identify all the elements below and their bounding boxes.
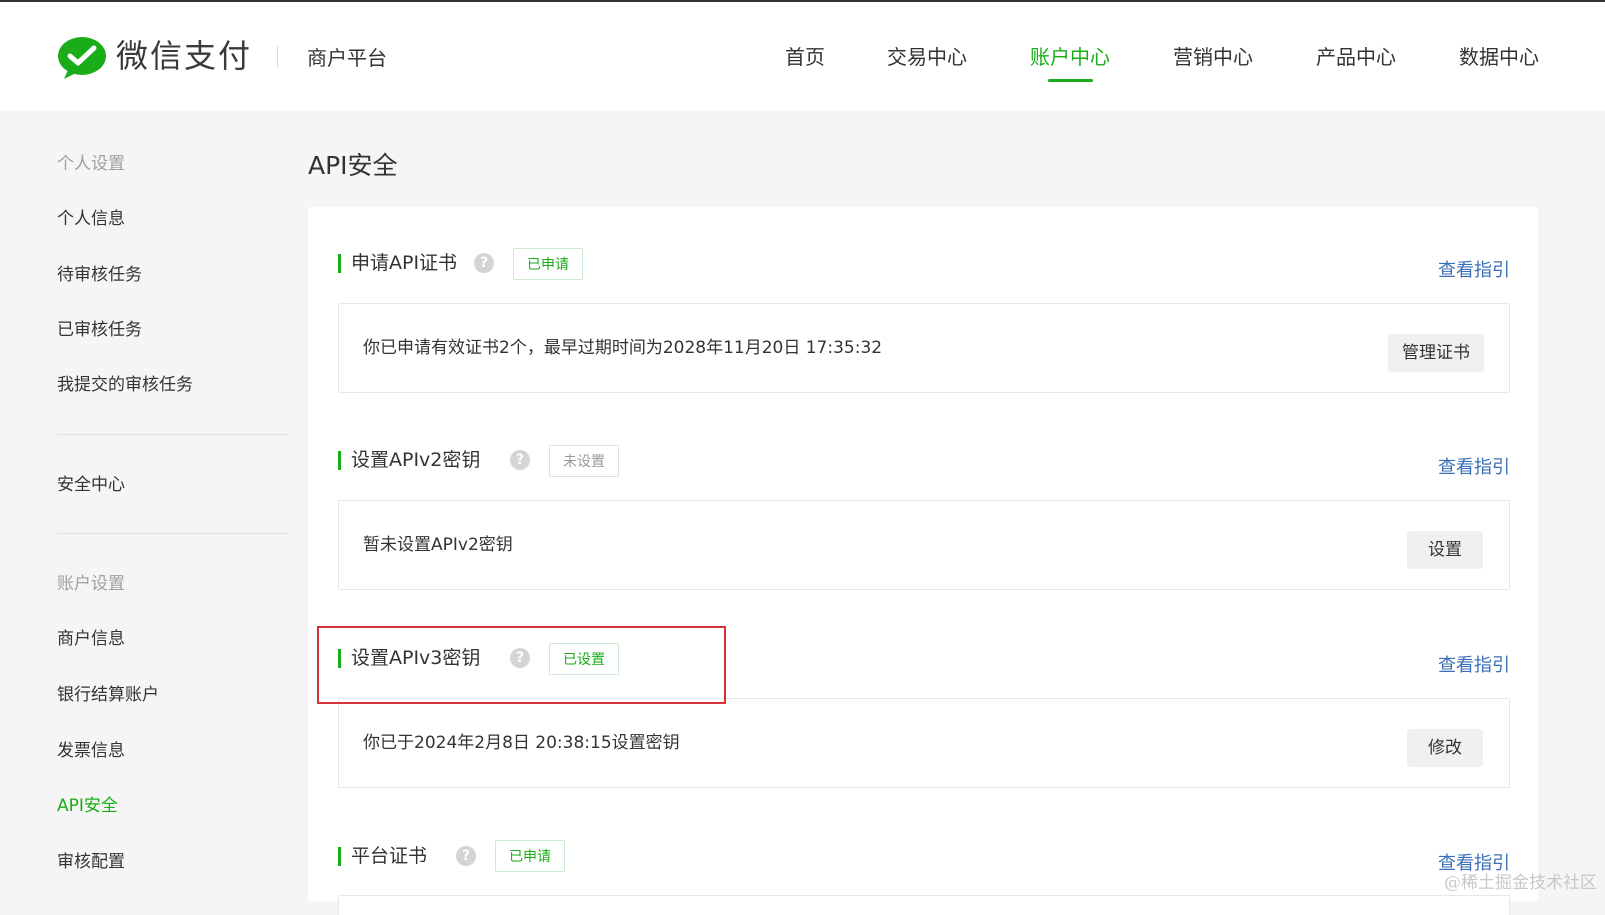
section-box-api-cert: 你已申请有效证书2个，最早过期时间为2028年11月20日 17:35:32 管… — [338, 303, 1510, 393]
logo-text: 微信支付 — [116, 37, 253, 75]
section-title-apiv2-key: 设置APIv2密钥 — [351, 449, 481, 471]
cert-status-text: 你已申请有效证书2个，最早过期时间为2028年11月20日 17:35:32 — [363, 338, 883, 358]
wechat-pay-logo-icon — [58, 37, 106, 79]
section-marker — [338, 254, 341, 273]
nav-data-center[interactable]: 数据中心 — [1459, 44, 1539, 70]
view-guide-link[interactable]: 查看指引 — [1438, 259, 1510, 283]
nav-active-indicator — [1048, 79, 1093, 82]
help-icon[interactable]: ? — [456, 846, 476, 866]
help-icon[interactable]: ? — [510, 450, 530, 470]
apiv2-status-text: 暂未设置APIv2密钥 — [363, 535, 513, 555]
nav-marketing-center[interactable]: 营销中心 — [1173, 44, 1253, 70]
page-title: API安全 — [308, 151, 398, 180]
section-marker — [338, 847, 341, 866]
sidebar-item-invoice-info[interactable]: 发票信息 — [57, 740, 125, 762]
set-key-button[interactable]: 设置 — [1407, 531, 1483, 569]
sidebar-item-pending-tasks[interactable]: 待审核任务 — [57, 264, 142, 286]
status-badge-not-set: 未设置 — [549, 445, 619, 477]
sidebar-item-personal-info[interactable]: 个人信息 — [57, 208, 125, 230]
view-guide-link[interactable]: 查看指引 — [1438, 654, 1510, 678]
header: 微信支付 商户平台 首页 交易中心 账户中心 营销中心 产品中心 数据中心 — [0, 2, 1605, 111]
status-badge-applied: 已申请 — [495, 840, 565, 872]
help-icon[interactable]: ? — [474, 253, 494, 273]
nav-account-center[interactable]: 账户中心 — [1030, 44, 1110, 70]
section-title-api-cert: 申请API证书 — [351, 252, 458, 274]
sidebar-divider — [57, 434, 288, 435]
nav-home[interactable]: 首页 — [785, 44, 825, 70]
sidebar-item-reviewed-tasks[interactable]: 已审核任务 — [57, 319, 142, 341]
modify-key-button[interactable]: 修改 — [1407, 729, 1483, 767]
nav-transaction-center[interactable]: 交易中心 — [887, 44, 967, 70]
sidebar-group-account: 账户设置 — [57, 574, 125, 594]
nav-product-center[interactable]: 产品中心 — [1316, 44, 1396, 70]
section-marker — [338, 451, 341, 470]
section-title-platform-cert: 平台证书 — [351, 845, 428, 867]
sidebar-item-merchant-info[interactable]: 商户信息 — [57, 628, 125, 650]
sidebar-item-review-config[interactable]: 审核配置 — [57, 851, 125, 873]
logo-separator — [277, 46, 278, 68]
sidebar-item-submitted-tasks[interactable]: 我提交的审核任务 — [57, 374, 193, 396]
status-badge-applied: 已申请 — [513, 248, 583, 280]
highlight-box — [317, 626, 726, 704]
section-box-apiv3-key: 你已于2024年2月8日 20:38:15设置密钥 修改 — [338, 698, 1510, 788]
sidebar-item-bank-account[interactable]: 银行结算账户 — [57, 684, 159, 706]
sidebar-divider — [57, 533, 288, 534]
section-box-apiv2-key: 暂未设置APIv2密钥 设置 — [338, 500, 1510, 590]
manage-cert-button[interactable]: 管理证书 — [1388, 334, 1484, 372]
apiv3-status-text: 你已于2024年2月8日 20:38:15设置密钥 — [363, 733, 680, 753]
watermark: @稀土掘金技术社区 — [1444, 873, 1597, 893]
platform-name: 商户平台 — [307, 46, 387, 70]
sidebar-item-api-security[interactable]: API安全 — [57, 795, 118, 817]
sidebar-group-personal: 个人设置 — [57, 154, 125, 174]
sidebar-item-security-center[interactable]: 安全中心 — [57, 474, 125, 496]
view-guide-link[interactable]: 查看指引 — [1438, 456, 1510, 480]
section-box-platform-cert — [338, 895, 1510, 915]
